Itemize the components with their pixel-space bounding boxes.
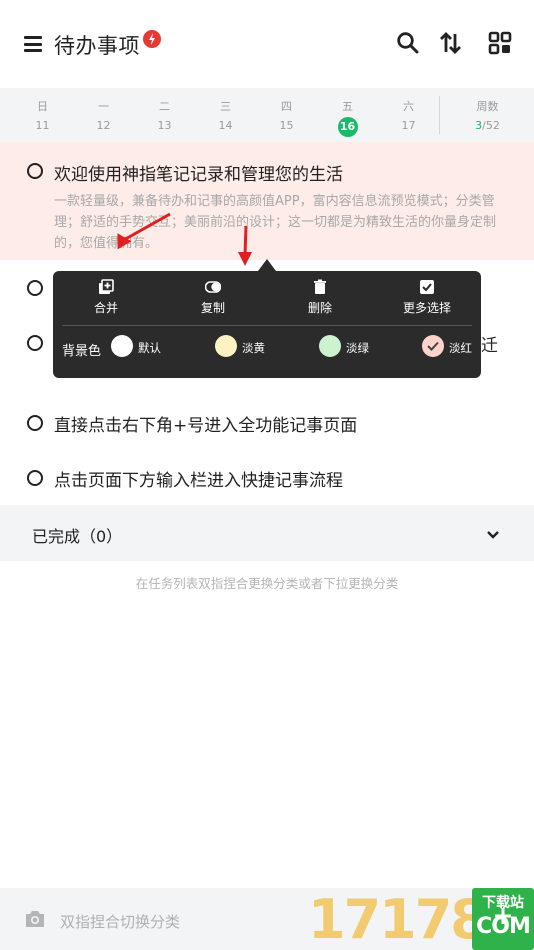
merge-icon <box>98 279 114 295</box>
completed-section[interactable]: 已完成（0） <box>0 505 534 561</box>
delete-button[interactable]: 删除 <box>275 277 365 317</box>
popup-divider <box>62 325 472 326</box>
day-wednesday[interactable]: 三 14 <box>195 88 256 142</box>
task-title: 直接点击右下角+号进入全功能记事页面 <box>54 416 358 436</box>
color-label-yellow: 淡黄 <box>242 341 265 355</box>
day-friday-selected[interactable]: 五 16 <box>317 88 378 142</box>
checkbox-icon <box>419 279 435 295</box>
quick-input-placeholder: 双指捏合切换分类 <box>60 913 181 931</box>
task-item[interactable]: 欢迎使用神指笔记记录和管理您的生活 一款轻量级，兼备待办和记事的高颜值APP，富… <box>0 142 534 260</box>
color-swatch-yellow[interactable] <box>215 335 237 357</box>
task-item[interactable]: 直接点击右下角+号进入全功能记事页面 <box>0 405 534 441</box>
check-icon <box>427 341 439 351</box>
day-tuesday[interactable]: 二 13 <box>134 88 195 142</box>
add-note-plus-icon[interactable] <box>493 906 513 926</box>
popup-pointer <box>258 259 276 271</box>
task-title: 点击页面下方输入栏进入快捷记事流程 <box>54 471 343 491</box>
completed-label: 已完成（0） <box>32 527 123 546</box>
task-title: 欢迎使用神指笔记记录和管理您的生活 <box>54 165 343 185</box>
week-number[interactable]: 周数 3/52 <box>441 88 534 142</box>
context-menu: 合并 复制 删除 更多选择 背景色 默认 淡黄 淡绿 淡红 <box>53 271 481 378</box>
week-divider <box>439 96 440 134</box>
app-header: 待办事项 <box>0 0 534 88</box>
color-label-default: 默认 <box>138 341 161 355</box>
day-sunday[interactable]: 日 11 <box>12 88 73 142</box>
week-number-total: /52 <box>482 119 500 132</box>
more-select-button[interactable]: 更多选择 <box>382 277 472 317</box>
task-title-tail: 迁 <box>481 336 498 356</box>
hint-text: 在任务列表双指捏合更换分类或者下拉更换分类 <box>135 576 399 591</box>
camera-icon[interactable] <box>23 909 47 929</box>
color-label-red: 淡红 <box>449 341 472 355</box>
copy-button[interactable]: 复制 <box>168 277 258 317</box>
watermark-number: 17178 <box>308 888 488 950</box>
task-checkbox[interactable] <box>27 415 43 431</box>
background-color-label: 背景色 <box>62 344 102 359</box>
color-swatch-default[interactable] <box>111 335 133 357</box>
day-saturday[interactable]: 六 17 <box>378 88 439 142</box>
task-checkbox[interactable] <box>27 470 43 486</box>
task-item[interactable]: 点击页面下方输入栏进入快捷记事流程 <box>0 460 534 496</box>
chevron-down-icon[interactable] <box>486 527 500 541</box>
menu-icon[interactable] <box>24 36 42 52</box>
day-monday[interactable]: 一 12 <box>73 88 134 142</box>
color-swatch-red-selected[interactable] <box>422 335 444 357</box>
flash-badge-icon <box>143 30 161 48</box>
copy-icon <box>204 279 222 295</box>
week-strip: 日 11 一 12 二 13 三 14 四 15 五 16 六 17 周数 3/… <box>0 88 534 142</box>
task-checkbox[interactable] <box>27 280 43 296</box>
day-thursday[interactable]: 四 15 <box>256 88 317 142</box>
task-description: 一款轻量级，兼备待办和记事的高颜值APP，富内容信息流预览模式；分类管理；舒适的… <box>54 194 497 251</box>
page-title: 待办事项 <box>54 34 140 58</box>
color-label-green: 淡绿 <box>346 341 369 355</box>
search-icon[interactable] <box>395 30 421 56</box>
task-checkbox[interactable] <box>27 335 43 351</box>
task-checkbox[interactable] <box>27 163 43 179</box>
merge-button[interactable]: 合并 <box>61 277 151 317</box>
color-swatch-green[interactable] <box>319 335 341 357</box>
sort-icon[interactable] <box>438 30 464 56</box>
trash-icon <box>312 279 328 295</box>
grid-icon[interactable] <box>487 30 513 56</box>
